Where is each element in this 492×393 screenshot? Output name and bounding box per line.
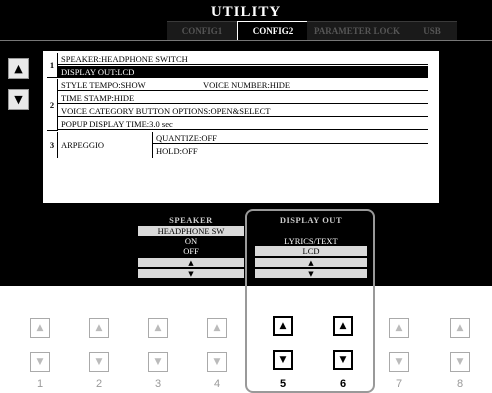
speaker-setting[interactable]: SPEAKER:HEADPHONE SWITCH [58,53,428,65]
button-number-3: 3 [154,378,162,390]
style-tempo-setting: STYLE TEMPO:SHOW [61,80,146,90]
button-7-down[interactable]: ▼ [389,352,409,372]
tab-parameter-lock[interactable]: PARAMETER LOCK [307,21,407,40]
triangle-up-icon: ▲ [188,258,194,267]
arpeggio-label: ARPEGGIO [58,132,153,158]
button-4-up[interactable]: ▲ [207,318,227,338]
button-4-down[interactable]: ▼ [207,352,227,372]
triangle-up-icon: ▲ [339,321,347,331]
button-8-up[interactable]: ▲ [450,318,470,338]
button-7-up[interactable]: ▲ [389,318,409,338]
button-1-up[interactable]: ▲ [30,318,50,338]
button-3-up[interactable]: ▲ [148,318,168,338]
voice-category-setting[interactable]: VOICE CATEGORY BUTTON OPTIONS:OPEN&SELEC… [58,105,428,117]
tab-config2[interactable]: CONFIG2 [237,21,309,41]
triangle-up-icon: ▲ [279,321,287,331]
triangle-up-icon: ▲ [395,323,403,333]
item-number-1: 1 [47,53,58,78]
button-1-down[interactable]: ▼ [30,352,50,372]
hold-setting[interactable]: HOLD:OFF [153,145,428,157]
button-2-down[interactable]: ▼ [89,352,109,372]
button-number-5: 5 [279,378,287,390]
button-number-6: 6 [339,378,347,390]
time-stamp-setting[interactable]: TIME STAMP:HIDE [58,92,428,104]
triangle-down-icon: ▼ [339,355,347,365]
button-number-7: 7 [395,378,403,390]
button-number-8: 8 [456,378,464,390]
speaker-option[interactable]: OFF [138,246,244,256]
speaker-down-bar[interactable]: ▼ [138,269,244,278]
focus-highlight [245,209,375,393]
scroll-down-button[interactable]: ▼ [8,89,29,110]
button-8-down[interactable]: ▼ [450,352,470,372]
tab-config1[interactable]: CONFIG1 [167,21,237,40]
triangle-down-icon: ▼ [14,93,23,106]
button-number-2: 2 [95,378,103,390]
speaker-dial-title: SPEAKER [169,215,213,225]
page-title: UTILITY [210,4,282,20]
triangle-down-icon: ▼ [154,357,162,367]
triangle-up-icon: ▲ [154,323,162,333]
triangle-down-icon: ▼ [188,269,194,278]
triangle-up-icon: ▲ [213,323,221,333]
triangle-down-icon: ▼ [36,357,44,367]
tempo-voice-row[interactable]: STYLE TEMPO:SHOW VOICE NUMBER:HIDE [58,79,428,91]
voice-number-setting: VOICE NUMBER:HIDE [203,80,291,90]
button-number-1: 1 [36,378,44,390]
quantize-setting[interactable]: QUANTIZE:OFF [153,132,428,144]
button-6-up[interactable]: ▲ [333,316,353,336]
triangle-down-icon: ▼ [95,357,103,367]
button-3-down[interactable]: ▼ [148,352,168,372]
tab-divider [0,40,492,41]
button-number-4: 4 [213,378,221,390]
triangle-down-icon: ▼ [213,357,221,367]
button-2-up[interactable]: ▲ [89,318,109,338]
item-number-3: 3 [47,132,58,158]
button-6-down[interactable]: ▼ [333,350,353,370]
button-5-down[interactable]: ▼ [273,350,293,370]
scroll-up-button[interactable]: ▲ [8,58,29,79]
triangle-down-icon: ▼ [279,355,287,365]
popup-display-time-setting[interactable]: POPUP DISPLAY TIME:3.0 sec [58,118,428,130]
display-out-setting[interactable]: DISPLAY OUT:LCD [58,66,428,78]
item-number-2: 2 [47,79,58,131]
triangle-down-icon: ▼ [456,357,464,367]
triangle-up-icon: ▲ [95,323,103,333]
triangle-up-icon: ▲ [36,323,44,333]
tab-usb[interactable]: USB [407,21,457,40]
speaker-option-selected[interactable]: HEADPHONE SW [138,226,244,236]
triangle-up-icon: ▲ [14,62,23,75]
triangle-down-icon: ▼ [395,357,403,367]
speaker-up-bar[interactable]: ▲ [138,258,244,267]
speaker-option[interactable]: ON [138,236,244,246]
triangle-up-icon: ▲ [456,323,464,333]
button-5-up[interactable]: ▲ [273,316,293,336]
